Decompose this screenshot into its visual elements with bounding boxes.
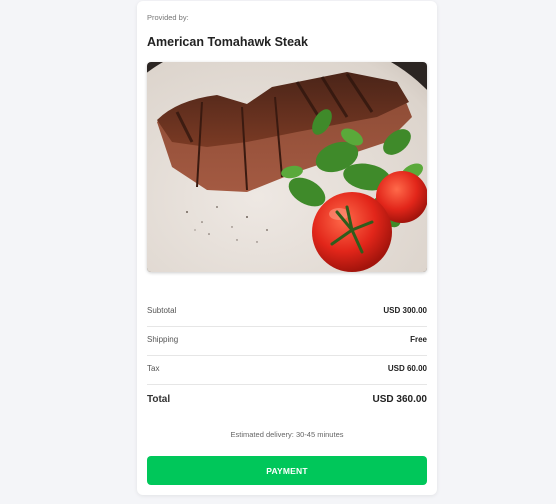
subtotal-label: Subtotal xyxy=(147,306,177,315)
checkout-card: Provided by: American Tomahawk Steak Sub… xyxy=(137,1,437,495)
total-label: Total xyxy=(147,394,171,405)
tax-value: USD 60.00 xyxy=(387,364,427,373)
total-row: Total USD 360.00 xyxy=(147,388,427,416)
shipping-label: Shipping xyxy=(147,335,179,344)
product-title: American Tomahawk Steak xyxy=(147,35,308,49)
provided-by-label: Provided by: xyxy=(147,13,189,22)
product-image xyxy=(147,62,427,272)
payment-button[interactable]: PAYMENT xyxy=(147,456,427,485)
tax-row: Tax USD 60.00 xyxy=(147,356,427,385)
subtotal-row: Subtotal USD 300.00 xyxy=(147,298,427,327)
total-value: USD 360.00 xyxy=(372,394,427,405)
shipping-row: Shipping Free xyxy=(147,327,427,356)
subtotal-value: USD 300.00 xyxy=(383,306,427,315)
estimated-delivery: Estimated delivery: 30-45 minutes xyxy=(230,430,344,439)
shipping-value: Free xyxy=(410,335,427,344)
tax-label: Tax xyxy=(147,364,160,373)
